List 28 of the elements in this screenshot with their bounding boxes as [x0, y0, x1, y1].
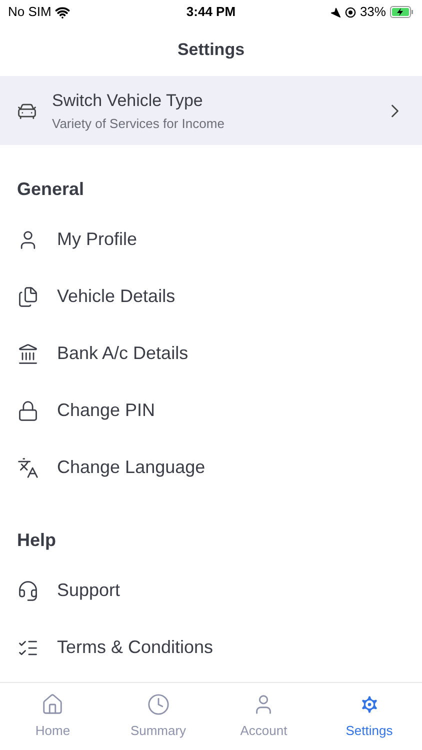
lock-rotation-icon — [344, 6, 356, 18]
document-icon — [17, 286, 39, 308]
menu-item[interactable]: Bank A/c Details — [17, 325, 405, 382]
translate-icon — [17, 456, 39, 478]
home-icon — [41, 692, 64, 716]
menu-item[interactable]: My Profile — [17, 211, 405, 268]
switch-vehicle-banner[interactable]: Switch Vehicle Type Variety of Services for Income — [0, 76, 422, 145]
section-heading: Help — [17, 529, 56, 552]
menu-item[interactable]: Change Language — [17, 439, 405, 496]
page-title: Settings — [177, 39, 245, 62]
carrier-label: No SIM — [8, 3, 52, 22]
battery-percentage: 33% — [360, 3, 386, 22]
lock-icon — [17, 400, 39, 422]
banner-title: Switch Vehicle Type — [52, 90, 204, 112]
menu-item[interactable]: Change PIN — [17, 382, 405, 439]
clock-label: 3:44 PM — [186, 3, 236, 22]
menu-item[interactable]: Terms & Conditions — [17, 619, 405, 676]
banner-subtitle: Variety of Services for Income — [52, 114, 226, 133]
menu-item[interactable]: Vehicle Details — [17, 268, 405, 325]
menu-item[interactable]: Support — [17, 562, 405, 619]
clock-icon — [146, 692, 170, 716]
wifi-icon — [55, 4, 70, 20]
battery-icon — [390, 6, 414, 18]
section-heading: General — [17, 178, 84, 201]
location-icon — [330, 6, 341, 18]
bank-icon — [17, 342, 39, 364]
tab-bar-item[interactable]: Settings — [316, 683, 422, 750]
headset-icon — [17, 580, 39, 602]
